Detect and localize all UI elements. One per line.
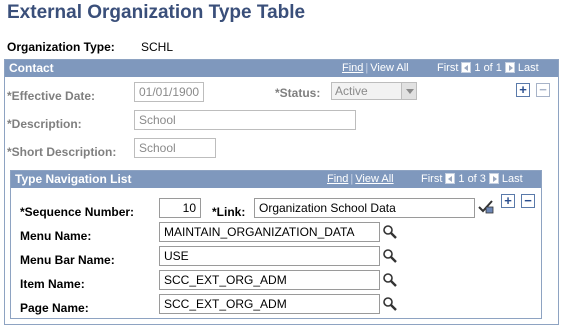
link-label: *Link:	[212, 205, 246, 219]
effective-date-field[interactable]: 01/01/1900	[134, 82, 204, 102]
lookup-magnifier-icon[interactable]	[382, 224, 398, 240]
status-select[interactable]: Active	[331, 82, 417, 100]
sequence-number-label: *Sequence Number:	[20, 205, 135, 219]
link-field[interactable]: Organization School Data	[254, 198, 475, 218]
type-nav-last-label[interactable]: Last	[502, 173, 523, 185]
contact-last-label[interactable]: Last	[518, 62, 539, 74]
contact-find-link[interactable]: Find	[342, 62, 363, 74]
chevron-down-icon	[401, 83, 416, 99]
description-field[interactable]: School	[134, 110, 356, 130]
contact-nav: Find | View All	[342, 62, 409, 74]
type-nav-header: Type Navigation List Find | View All First…	[11, 171, 541, 188]
type-nav-view-all-link[interactable]: View All	[355, 173, 393, 185]
contact-header-title: Contact	[9, 61, 54, 75]
menu-name-label: Menu Name:	[20, 229, 92, 243]
org-type-value: SCHL	[141, 40, 174, 54]
menu-name-field[interactable]: MAINTAIN_ORGANIZATION_DATA	[159, 222, 380, 242]
page-name-label: Page Name:	[20, 301, 89, 315]
type-nav-remove-button[interactable]: −	[521, 194, 535, 208]
contact-first-label[interactable]: First	[437, 62, 458, 74]
item-name-label: Item Name:	[20, 277, 85, 291]
org-type-label: Organization Type:	[7, 40, 115, 54]
next-arrow-icon[interactable]	[504, 61, 515, 73]
type-nav-count: 1 of 3	[458, 173, 486, 185]
type-nav-links: Find | View All	[327, 173, 394, 185]
description-label: *Description:	[7, 117, 82, 131]
item-name-field[interactable]: SCC_EXT_ORG_ADM	[159, 270, 380, 290]
type-nav-add-button[interactable]: +	[501, 194, 515, 208]
contact-pager: First 1 of 1 Last	[437, 60, 539, 77]
type-nav-first-label[interactable]: First	[421, 173, 442, 185]
menu-bar-name-field[interactable]: USE	[159, 246, 380, 266]
sequence-number-field[interactable]: 10	[159, 198, 201, 218]
next-arrow-icon[interactable]	[488, 172, 499, 184]
short-description-field[interactable]: School	[134, 138, 216, 158]
type-nav-find-link[interactable]: Find	[327, 173, 348, 185]
effective-date-label: *Effective Date:	[7, 89, 96, 103]
prev-arrow-icon[interactable]	[461, 61, 472, 73]
page-title: External Organization Type Table	[7, 2, 306, 23]
lookup-magnifier-icon[interactable]	[382, 248, 398, 264]
lookup-magnifier-icon[interactable]	[382, 296, 398, 312]
type-nav-header-title: Type Navigation List	[15, 172, 132, 186]
menu-bar-name-label: Menu Bar Name:	[20, 253, 115, 267]
page-name-field[interactable]: SCC_EXT_ORG_ADM	[159, 294, 380, 314]
contact-view-all-link[interactable]: View All	[370, 62, 408, 74]
prev-arrow-icon[interactable]	[445, 172, 456, 184]
short-description-label: *Short Description:	[7, 145, 117, 159]
status-label: *Status:	[275, 86, 321, 100]
lookup-magnifier-icon[interactable]	[382, 272, 398, 288]
contact-header: Contact Find | View All First 1 of 1 Last	[5, 60, 558, 77]
contact-remove-button[interactable]: −	[536, 83, 550, 97]
type-nav-pager: First 1 of 3 Last	[421, 171, 523, 188]
contact-add-button[interactable]: +	[516, 83, 530, 97]
contact-count: 1 of 1	[474, 62, 502, 74]
spell-check-icon[interactable]	[477, 198, 495, 216]
status-select-value: Active	[335, 84, 368, 98]
